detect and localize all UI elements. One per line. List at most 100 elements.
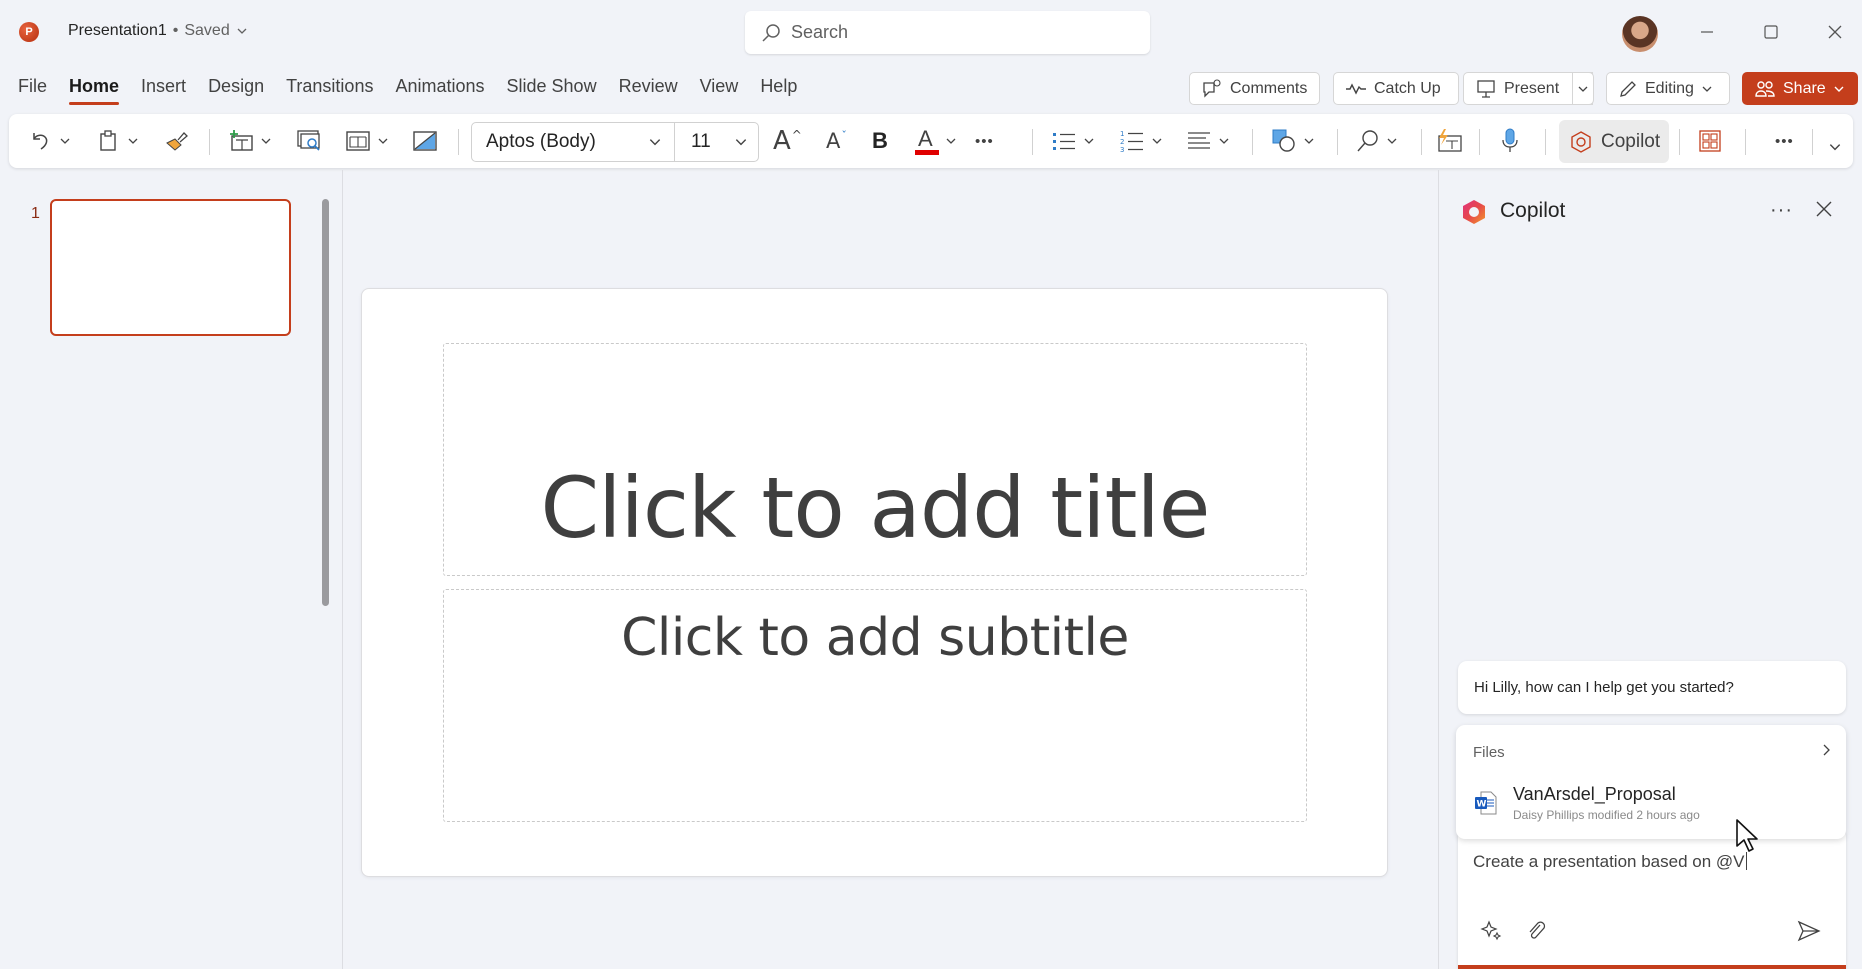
- add-ins-button[interactable]: [1698, 114, 1722, 168]
- collapse-ribbon-button[interactable]: [1828, 120, 1842, 174]
- chevron-down-icon: [236, 25, 248, 37]
- search-input[interactable]: Search: [745, 11, 1150, 54]
- tab-file[interactable]: File: [18, 76, 58, 97]
- chevron-down-icon: [1577, 83, 1589, 95]
- search-icon: [761, 23, 781, 43]
- font-name-value: Aptos (Body): [486, 131, 596, 152]
- share-button[interactable]: Share: [1742, 72, 1858, 105]
- tab-help[interactable]: Help: [749, 76, 808, 97]
- numbered-list-icon: 123: [1119, 128, 1145, 154]
- tab-animations[interactable]: Animations: [384, 76, 495, 97]
- editing-mode-button[interactable]: Editing: [1606, 72, 1730, 105]
- copilot-more-options-button[interactable]: ···: [1770, 199, 1793, 222]
- slide-number: 1: [31, 205, 40, 222]
- title-placeholder-text: Click to add title: [540, 459, 1211, 557]
- minimize-icon: [1700, 25, 1714, 39]
- designer-button[interactable]: [1435, 114, 1463, 168]
- tab-review[interactable]: Review: [608, 76, 689, 97]
- more-font-options-button[interactable]: •••: [975, 114, 994, 168]
- document-name: Presentation1: [68, 22, 167, 39]
- user-avatar[interactable]: [1622, 16, 1658, 52]
- undo-button[interactable]: [29, 114, 71, 168]
- prompt-guide-button[interactable]: [1480, 919, 1504, 943]
- bullets-button[interactable]: [1051, 114, 1095, 168]
- chevron-down-icon: [377, 135, 389, 147]
- format-painter-button[interactable]: [164, 114, 190, 168]
- align-left-icon: [1186, 129, 1212, 153]
- shapes-icon: [1271, 128, 1297, 154]
- pencil-icon: [1618, 79, 1638, 99]
- background-icon: [412, 130, 438, 152]
- chevron-down-icon: [1701, 83, 1713, 95]
- file-meta: Daisy Phillips modified 2 hours ago: [1513, 808, 1700, 822]
- paste-button[interactable]: [97, 114, 139, 168]
- format-painter-icon: [164, 129, 190, 153]
- subtitle-placeholder[interactable]: Click to add subtitle: [443, 589, 1307, 822]
- chevron-down-icon: [1833, 83, 1845, 95]
- chevron-down-icon: [945, 135, 957, 147]
- sparkle-icon: [1480, 919, 1504, 943]
- svg-text:W: W: [1477, 800, 1487, 810]
- ribbon-copilot-button[interactable]: Copilot: [1559, 120, 1669, 163]
- copilot-label: Copilot: [1601, 130, 1661, 152]
- close-window-button[interactable]: [1815, 14, 1855, 50]
- chevron-right-icon[interactable]: [1819, 743, 1833, 757]
- comments-button[interactable]: Comments: [1189, 72, 1320, 105]
- greeting-text: Hi Lilly, how can I help get you started…: [1474, 679, 1734, 696]
- attach-button[interactable]: [1524, 919, 1548, 943]
- new-slide-button[interactable]: [228, 114, 272, 168]
- pane-divider[interactable]: [342, 170, 343, 969]
- more-icon: •••: [975, 132, 994, 150]
- present-label: Present: [1504, 79, 1560, 97]
- copilot-pane-divider: [1438, 170, 1439, 969]
- minimize-button[interactable]: [1687, 14, 1727, 50]
- chevron-down-icon: [127, 135, 139, 147]
- search-icon: [1356, 129, 1380, 153]
- copilot-prompt-composer[interactable]: Create a presentation based on @V: [1458, 828, 1846, 969]
- catch-up-button[interactable]: Catch Up: [1333, 72, 1459, 105]
- font-color-button[interactable]: A: [915, 114, 957, 168]
- find-button[interactable]: [1356, 114, 1398, 168]
- slides-pane-scrollbar[interactable]: [322, 199, 329, 606]
- catch-up-label: Catch Up: [1374, 79, 1441, 97]
- copilot-close-button[interactable]: [1814, 199, 1834, 219]
- font-name-dropdown[interactable]: Aptos (Body): [472, 123, 675, 161]
- present-dropdown-button[interactable]: [1572, 72, 1594, 105]
- bullet-list-icon: [1051, 129, 1077, 153]
- chevron-down-icon: [1828, 140, 1842, 154]
- align-text-button[interactable]: [1186, 114, 1230, 168]
- copilot-icon: [1569, 130, 1593, 154]
- chevron-down-icon: [1303, 135, 1315, 147]
- slide-thumbnail[interactable]: [50, 199, 291, 336]
- format-background-button[interactable]: [412, 114, 438, 168]
- powerpoint-logo-icon: P: [19, 22, 39, 42]
- send-button[interactable]: [1796, 919, 1822, 943]
- dictate-button[interactable]: [1500, 114, 1520, 168]
- tab-design[interactable]: Design: [197, 76, 275, 97]
- reuse-slides-button[interactable]: [296, 114, 322, 168]
- text-caret: [1745, 852, 1747, 870]
- font-family-select[interactable]: Aptos (Body) 11: [471, 122, 759, 162]
- numbering-button[interactable]: 123: [1119, 114, 1163, 168]
- font-size-dropdown[interactable]: 11: [675, 123, 758, 161]
- shapes-button[interactable]: [1271, 114, 1315, 168]
- tab-insert[interactable]: Insert: [130, 76, 197, 97]
- prompt-input[interactable]: Create a presentation based on @V: [1473, 852, 1747, 872]
- chevron-down-icon: [734, 135, 748, 149]
- more-icon: •••: [1775, 132, 1794, 150]
- more-commands-button[interactable]: •••: [1775, 114, 1794, 168]
- prompt-input-text: Create a presentation based on @V: [1473, 852, 1745, 871]
- maximize-button[interactable]: [1751, 14, 1791, 50]
- grow-font-icon: A: [773, 126, 791, 156]
- new-slide-icon: [228, 129, 254, 153]
- tab-home[interactable]: Home: [58, 76, 130, 105]
- document-title[interactable]: Presentation1 • Saved: [68, 22, 248, 40]
- increase-font-size-button[interactable]: A ^: [773, 114, 802, 168]
- tab-slide-show[interactable]: Slide Show: [496, 76, 608, 97]
- tab-transitions[interactable]: Transitions: [275, 76, 384, 97]
- title-placeholder[interactable]: Click to add title: [443, 343, 1307, 576]
- tab-view[interactable]: View: [689, 76, 750, 97]
- layout-button[interactable]: [345, 114, 389, 168]
- bold-button[interactable]: B: [872, 114, 888, 168]
- decrease-font-size-button[interactable]: Aˇ: [826, 114, 847, 168]
